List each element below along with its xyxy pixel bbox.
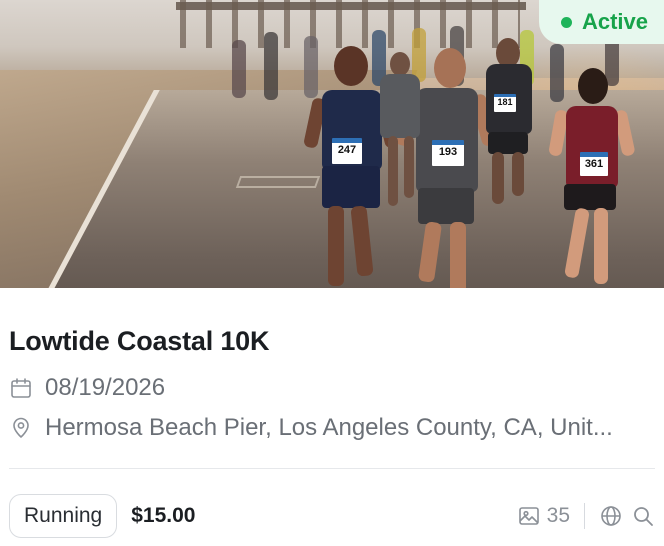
- event-title[interactable]: Lowtide Coastal 10K: [9, 326, 269, 357]
- photos-button[interactable]: 35: [517, 504, 570, 528]
- race-bib: 247: [332, 138, 362, 164]
- card-footer: Running $15.00 35: [9, 494, 655, 538]
- image-icon: [518, 507, 539, 525]
- event-hero-image[interactable]: 247 193 361 181 Active: [0, 0, 664, 288]
- calendar-icon: [11, 378, 31, 398]
- map-pin-icon: [13, 417, 29, 438]
- search-icon[interactable]: [631, 504, 655, 528]
- price: $15.00: [131, 504, 196, 527]
- status-badge: Active: [538, 0, 664, 44]
- event-date: 08/19/2026: [45, 374, 166, 401]
- card-actions: 35: [517, 503, 655, 529]
- divider: [9, 468, 655, 469]
- globe-icon[interactable]: [599, 504, 623, 528]
- race-bib: 181: [494, 94, 516, 112]
- event-location-row: Hermosa Beach Pier, Los Angeles County, …: [9, 413, 659, 443]
- race-bib: 361: [580, 152, 608, 176]
- status-dot-icon: [560, 16, 572, 28]
- status-label: Active: [581, 9, 648, 34]
- event-date-row: 08/19/2026: [9, 373, 165, 403]
- category-chip[interactable]: Running: [9, 494, 118, 538]
- separator: [584, 503, 585, 529]
- race-bib: 193: [432, 140, 464, 166]
- photo-count: 35: [546, 504, 570, 527]
- event-card[interactable]: 247 193 361 181 Active Lowtide Coastal 1…: [0, 0, 664, 546]
- event-location: Hermosa Beach Pier, Los Angeles County, …: [45, 414, 613, 441]
